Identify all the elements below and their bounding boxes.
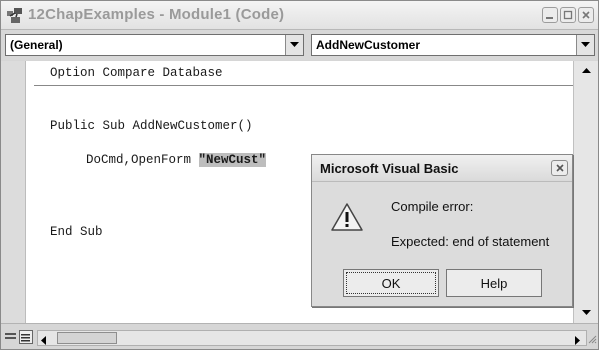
arrow-down-icon xyxy=(582,310,591,315)
help-button-label: Help xyxy=(480,275,508,291)
minimize-button[interactable] xyxy=(542,7,558,23)
resize-grip-icon xyxy=(588,335,597,344)
procedure-view-icon xyxy=(5,333,16,339)
procedure-combo-dropdown[interactable] xyxy=(576,35,594,55)
code-line[interactable]: DoCmd,OpenForm "NewCust" xyxy=(86,153,267,167)
error-message-detail: Expected: end of statement xyxy=(391,234,550,249)
vertical-scrollbar[interactable] xyxy=(573,61,598,323)
code-line[interactable]: Option Compare Database xyxy=(50,66,223,80)
horizontal-scrollbar[interactable] xyxy=(37,330,587,346)
chevron-down-icon xyxy=(290,42,299,47)
arrow-up-icon xyxy=(582,68,591,73)
object-combo[interactable]: (General) xyxy=(5,34,304,56)
compile-error-dialog: Microsoft Visual Basic Compile error: Ex… xyxy=(311,154,573,307)
full-module-view-icon xyxy=(21,334,30,342)
dialog-title: Microsoft Visual Basic xyxy=(320,161,459,176)
window-title: 12ChapExamples - Module1 (Code) xyxy=(28,6,285,23)
bottom-bar xyxy=(1,323,598,349)
resize-grip[interactable] xyxy=(587,331,597,349)
title-bar[interactable]: 12ChapExamples - Module1 (Code) xyxy=(1,1,598,30)
ok-button-label: OK xyxy=(346,272,436,294)
close-button[interactable] xyxy=(578,7,594,23)
code-line[interactable]: Public Sub AddNewCustomer() xyxy=(50,119,253,133)
dialog-title-bar[interactable]: Microsoft Visual Basic xyxy=(312,155,572,182)
object-combo-dropdown[interactable] xyxy=(285,35,303,55)
horizontal-scroll-thumb[interactable] xyxy=(57,332,117,344)
scroll-left-button[interactable] xyxy=(40,333,48,349)
code-window: 12ChapExamples - Module1 (Code) (General… xyxy=(0,0,599,350)
scroll-right-button[interactable] xyxy=(574,333,582,349)
chevron-down-icon xyxy=(581,42,590,47)
procedure-combo-value: AddNewCustomer xyxy=(316,38,421,52)
help-button[interactable]: Help xyxy=(446,269,542,297)
margin-indicator-bar[interactable] xyxy=(1,61,26,323)
dialog-close-button[interactable] xyxy=(551,160,568,176)
minimize-icon xyxy=(546,17,553,19)
maximize-button[interactable] xyxy=(560,7,576,23)
warning-icon xyxy=(330,201,364,233)
combo-toolbar: (General) AddNewCustomer xyxy=(1,30,598,60)
procedure-separator xyxy=(34,85,579,86)
code-line[interactable]: End Sub xyxy=(50,225,103,239)
procedure-combo[interactable]: AddNewCustomer xyxy=(311,34,595,56)
vba-project-icon xyxy=(5,5,25,25)
close-icon xyxy=(555,164,564,172)
close-icon xyxy=(582,11,590,19)
ok-button[interactable]: OK xyxy=(343,269,439,297)
selected-text: "NewCust" xyxy=(198,153,267,167)
object-combo-value: (General) xyxy=(10,38,63,52)
arrow-left-icon xyxy=(41,336,46,345)
scroll-down-button[interactable] xyxy=(574,305,598,321)
maximize-icon xyxy=(563,10,573,20)
scroll-up-button[interactable] xyxy=(574,63,598,79)
full-module-view-button[interactable] xyxy=(19,330,33,344)
procedure-view-button[interactable] xyxy=(4,330,18,344)
code-text: DoCmd,OpenForm xyxy=(86,153,199,167)
arrow-right-icon xyxy=(575,336,580,345)
error-message-title: Compile error: xyxy=(391,199,474,214)
